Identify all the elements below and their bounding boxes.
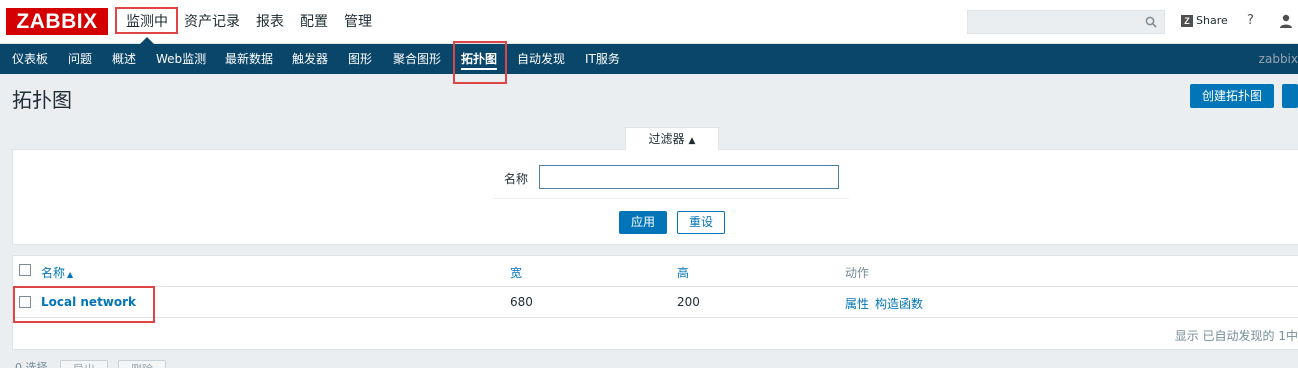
top-menu: 监测中 资产记录 报表 配置 管理 [118, 0, 380, 44]
user-profile-icon[interactable] [1278, 13, 1294, 29]
global-search [967, 10, 1165, 34]
constructor-link[interactable]: 构造函数 [875, 295, 923, 312]
filter-name-input[interactable] [539, 165, 839, 189]
row-checkbox[interactable] [19, 296, 31, 308]
maps-table [12, 255, 1298, 350]
sub-navigation: 仪表板 问题 概述 Web监测 最新数据 触发器 图形 聚合图形 拓扑图 自动发… [0, 44, 1298, 74]
bottom-action-bar: 0 选择 导出 删除 [0, 358, 1298, 368]
delete-button[interactable]: 删除 [118, 360, 166, 368]
export-button[interactable]: 导出 [60, 360, 108, 368]
sort-ascending-icon: ▲ [67, 270, 74, 279]
zabbix-logo[interactable]: ZABBIX [6, 8, 108, 35]
search-icon[interactable] [1145, 16, 1157, 28]
subnav-web[interactable]: Web监测 [156, 44, 206, 74]
subnav-discovery[interactable]: 自动发现 [517, 44, 565, 74]
column-header-name[interactable]: 名称 ▲ [41, 264, 73, 281]
top-menu-reports[interactable]: 报表 [248, 0, 292, 44]
column-header-actions: 动作 [845, 266, 870, 280]
share-link[interactable]: Z Share [1181, 14, 1228, 27]
selected-count: 0 选择 [15, 361, 48, 368]
top-menu-monitoring[interactable]: 监测中 [118, 0, 176, 44]
map-name-link[interactable]: Local network [41, 295, 136, 309]
select-all-checkbox[interactable] [19, 264, 31, 276]
top-menu-configuration[interactable]: 配置 [292, 0, 336, 44]
share-label: Share [1196, 14, 1228, 27]
header-divider [13, 286, 1298, 287]
apply-button[interactable]: 应用 [619, 211, 667, 234]
top-bar: ZABBIX 监测中 资产记录 报表 配置 管理 Z Share ? [0, 0, 1298, 44]
map-height-value: 200 [677, 295, 700, 309]
subnav-dashboard[interactable]: 仪表板 [12, 44, 48, 74]
zabbix-share-icon: Z [1181, 14, 1193, 27]
subnav-triggers[interactable]: 触发器 [292, 44, 328, 74]
paging-info: 显示 已自动发现的 1中 [1174, 329, 1298, 343]
subnav-problems[interactable]: 问题 [68, 44, 92, 74]
map-width-value: 680 [510, 295, 533, 309]
subnav-overview[interactable]: 概述 [112, 44, 136, 74]
top-menu-administration[interactable]: 管理 [336, 0, 380, 44]
top-menu-inventory[interactable]: 资产记录 [176, 0, 248, 44]
filter-tab[interactable]: 过滤器 ▲ [625, 127, 719, 150]
subnav-graphs[interactable]: 图形 [348, 44, 372, 74]
properties-link[interactable]: 属性 [845, 295, 869, 312]
subnav-screens[interactable]: 聚合图形 [393, 44, 441, 74]
filter-divider [493, 198, 849, 199]
subnav-maps[interactable]: 拓扑图 [461, 44, 498, 74]
help-icon[interactable]: ? [1247, 13, 1254, 28]
filter-tab-label: 过滤器 [648, 132, 685, 146]
subnav-user-name: zabbix [1258, 52, 1298, 66]
subnav-latest-data[interactable]: 最新数据 [225, 44, 273, 74]
filter-name-label: 名称 [504, 172, 529, 186]
row-divider [13, 317, 1298, 318]
page-title: 拓扑图 [12, 88, 72, 112]
create-map-button[interactable]: 创建拓扑图 [1190, 84, 1274, 108]
column-header-height[interactable]: 高 [677, 264, 689, 281]
subnav-it-services[interactable]: IT服务 [585, 44, 620, 74]
column-header-width[interactable]: 宽 [510, 264, 522, 281]
import-button[interactable] [1282, 84, 1298, 108]
column-header-name-label: 名称 [41, 266, 66, 280]
reset-button[interactable]: 重设 [677, 211, 725, 234]
collapse-arrow-icon: ▲ [688, 136, 696, 146]
global-search-input[interactable] [968, 11, 1138, 33]
